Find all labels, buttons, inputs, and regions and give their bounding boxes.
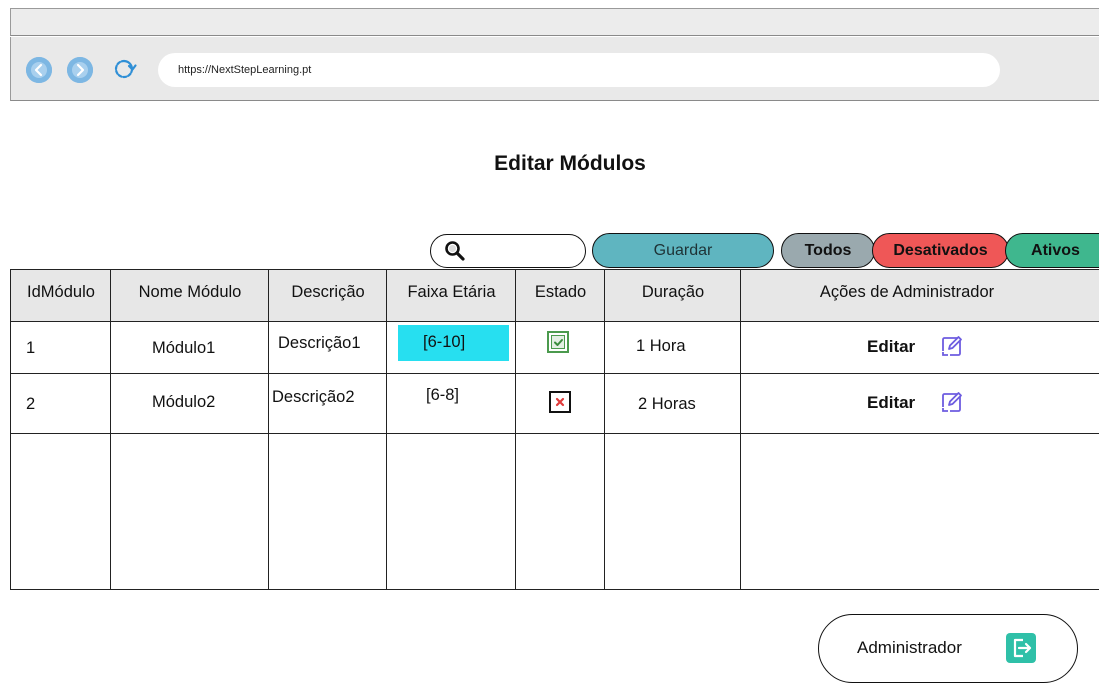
page-title: Editar Módulos xyxy=(494,152,646,175)
cell-faixa-etaria: [6-10] xyxy=(423,333,466,351)
table-column-divider xyxy=(268,269,269,590)
header-acoes: Ações de Administrador xyxy=(819,283,995,301)
header-estado: Estado xyxy=(534,283,587,301)
table-column-divider xyxy=(604,269,605,590)
table-column-divider xyxy=(10,269,11,590)
cell-descricao: Descrição1 xyxy=(278,334,361,352)
forward-arrow-icon xyxy=(67,57,93,83)
estado-checkbox-desativado[interactable] xyxy=(549,391,571,413)
search-box[interactable] xyxy=(430,234,586,268)
table-row-divider xyxy=(10,433,1099,434)
guardar-button[interactable]: Guardar xyxy=(592,233,774,268)
search-input[interactable] xyxy=(469,240,578,264)
filter-desativados-button[interactable]: Desativados xyxy=(872,233,1009,268)
administrador-label: Administrador xyxy=(857,638,962,657)
administrador-button[interactable]: Administrador xyxy=(818,614,1078,683)
edit-link[interactable]: Editar xyxy=(867,393,915,413)
cell-id: 2 xyxy=(26,395,36,413)
table-column-divider xyxy=(515,269,516,590)
cell-nome: Módulo1 xyxy=(152,339,216,357)
header-duracao: Duração xyxy=(641,283,705,301)
filter-todos-button[interactable]: Todos xyxy=(781,233,875,268)
cell-duracao: 2 Horas xyxy=(638,395,696,413)
estado-checkbox-ativo[interactable] xyxy=(547,331,569,353)
cell-descricao: Descrição2 xyxy=(272,388,355,406)
table-border-top xyxy=(10,269,1099,270)
cell-duracao: 1 Hora xyxy=(636,337,686,355)
header-nome: Nome Módulo xyxy=(138,283,242,301)
edit-icon[interactable] xyxy=(940,390,964,414)
table-header-divider xyxy=(10,321,1099,322)
url-field[interactable]: https://NextStepLearning.pt xyxy=(158,53,1000,87)
url-text: https://NextStepLearning.pt xyxy=(178,64,312,76)
edit-icon[interactable] xyxy=(940,334,964,358)
filter-ativos-button[interactable]: Ativos xyxy=(1005,233,1099,268)
table-row-divider xyxy=(10,373,1099,374)
edit-link[interactable]: Editar xyxy=(867,337,915,357)
table-column-divider xyxy=(386,269,387,590)
cell-nome: Módulo2 xyxy=(152,393,216,411)
table-column-divider xyxy=(740,269,741,590)
reload-icon xyxy=(114,59,137,79)
reload-button[interactable] xyxy=(110,55,138,83)
table-column-divider xyxy=(110,269,111,590)
header-faixa-etaria: Faixa Etária xyxy=(407,283,496,301)
forward-button[interactable] xyxy=(67,57,93,83)
search-icon xyxy=(445,241,465,261)
header-id: IdMódulo xyxy=(27,283,95,301)
cell-faixa-etaria: [6-8] xyxy=(426,386,460,404)
checkmark-icon xyxy=(553,338,563,346)
table-border-bottom xyxy=(10,589,1099,590)
logout-icon xyxy=(1006,633,1036,663)
browser-title-bar xyxy=(10,8,1099,36)
cross-icon xyxy=(555,397,565,407)
back-button[interactable] xyxy=(26,57,52,83)
cell-id: 1 xyxy=(26,339,36,357)
back-arrow-icon xyxy=(26,57,52,83)
header-descricao: Descrição xyxy=(291,283,365,301)
